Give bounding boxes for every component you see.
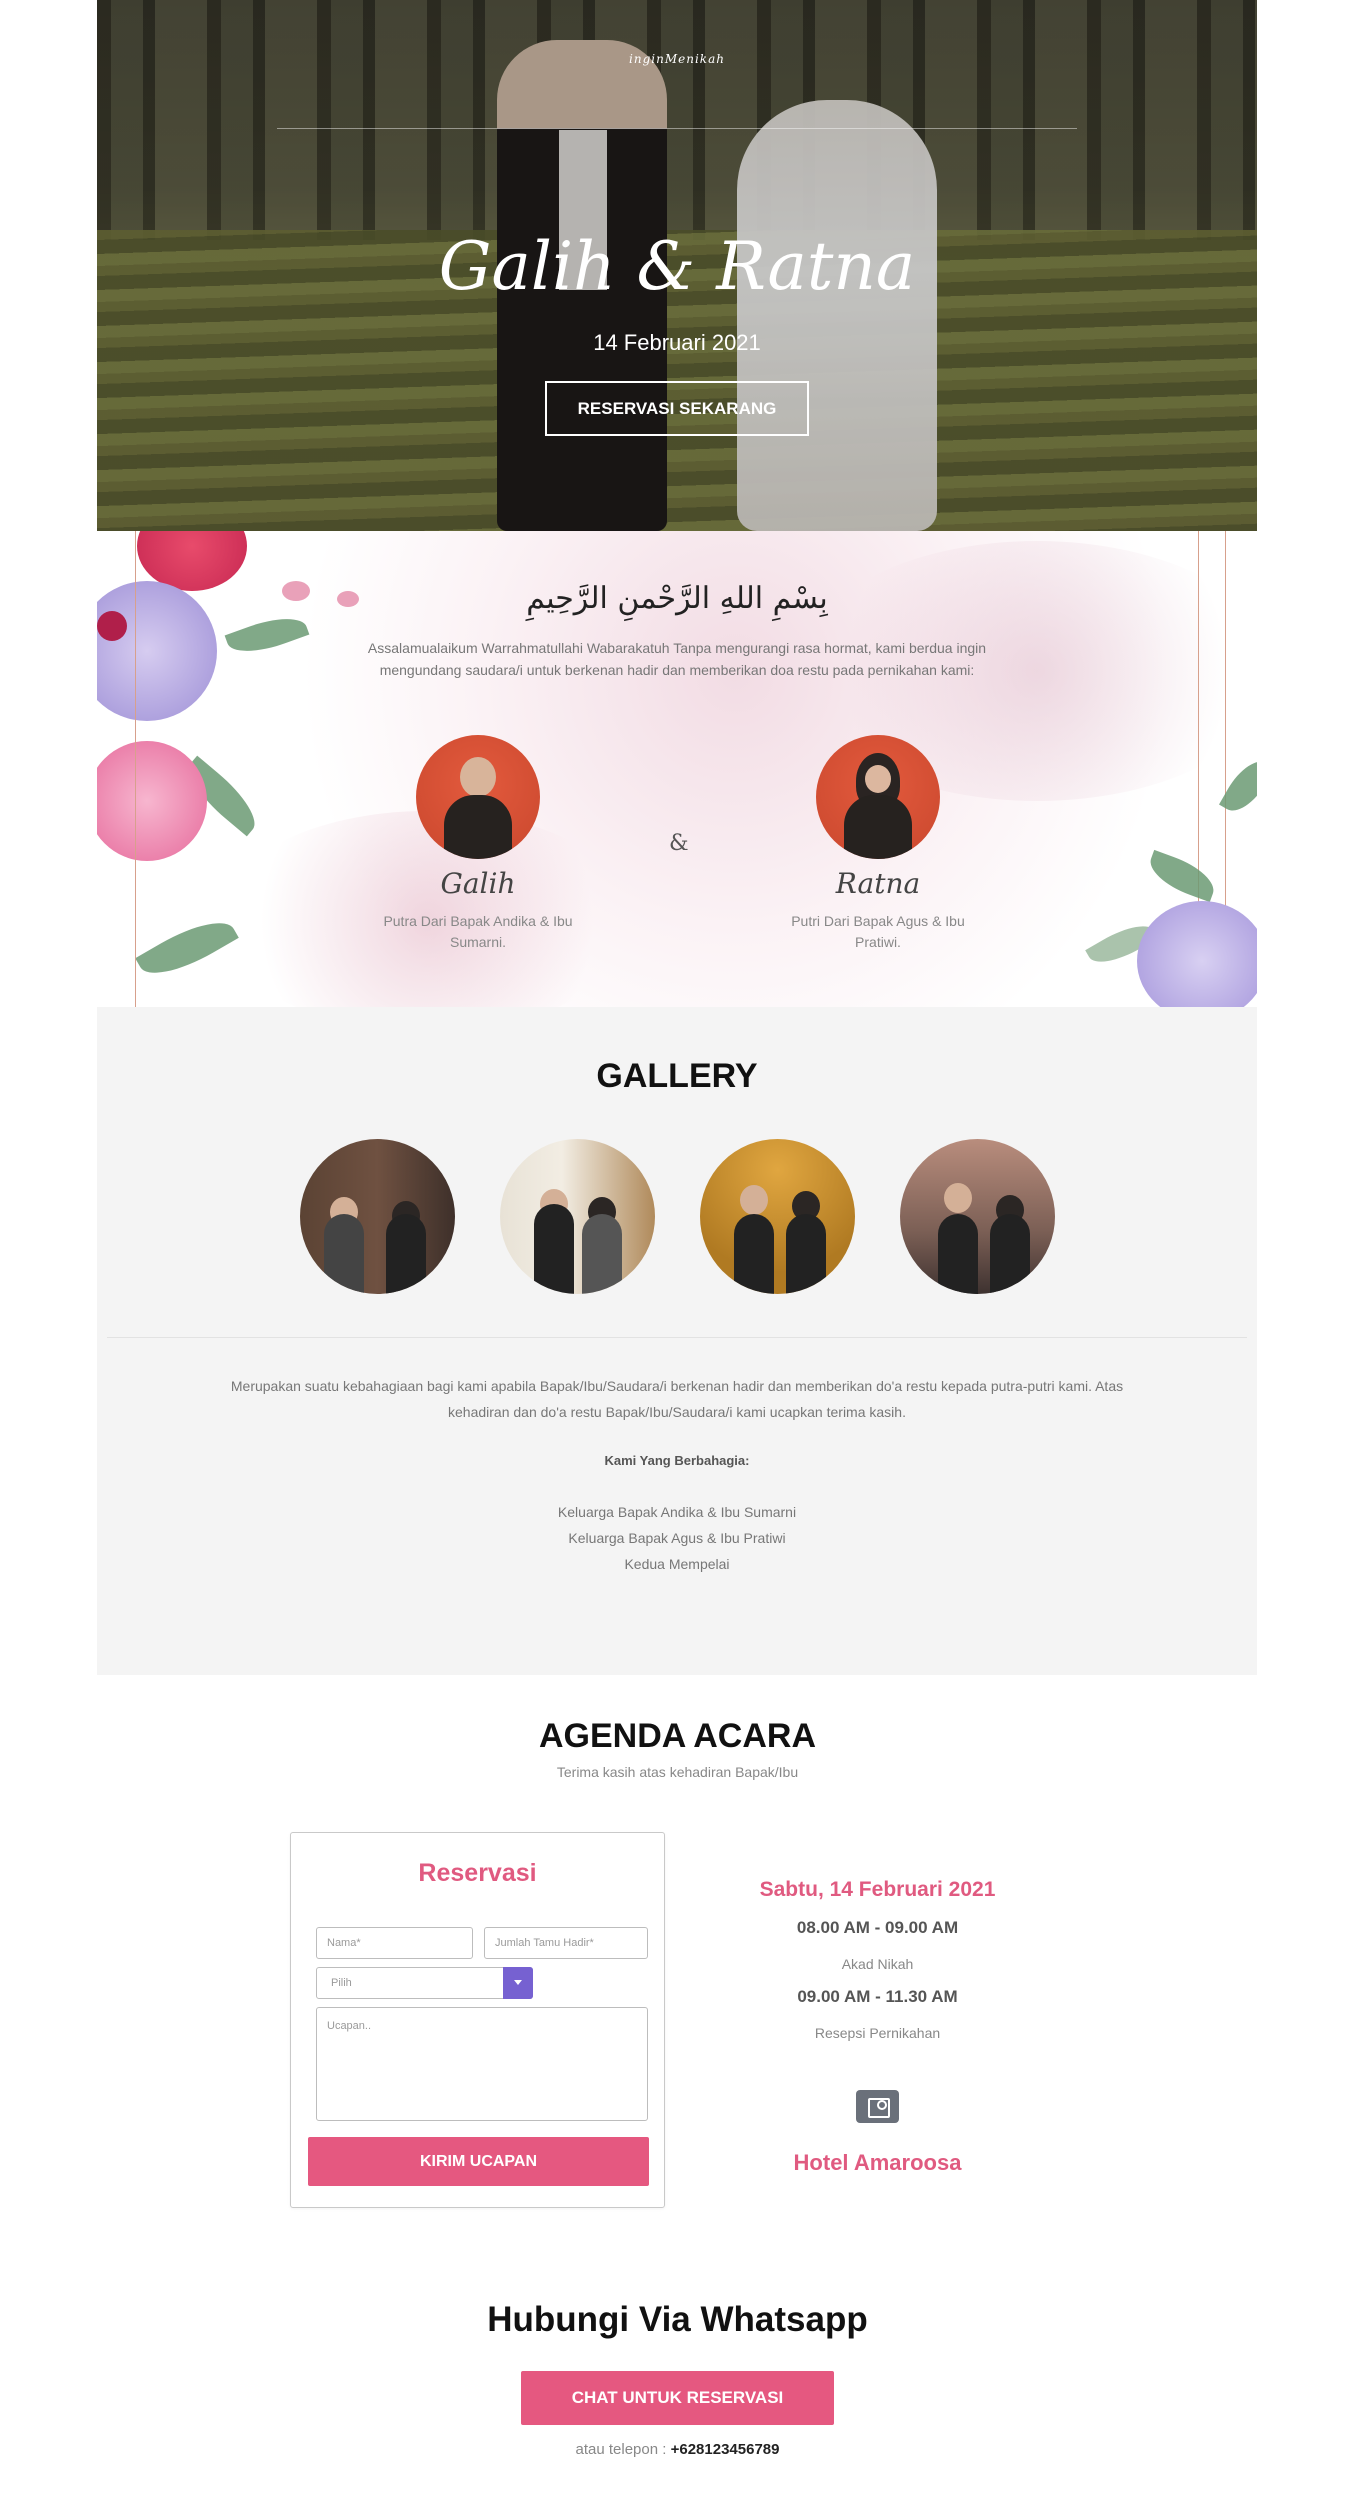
event-time: 08.00 AM - 09.00 AM — [796, 1918, 959, 1937]
attendance-select-value: Pilih — [331, 1977, 352, 1989]
bismillah-text: بِسْمِ اللهِ الرَّحْمنِ الرَّحِيمِ — [526, 581, 828, 616]
signature-title: Kami Yang Berbahagia: — [604, 1453, 750, 1468]
message-textarea[interactable]: Ucapan.. — [316, 2007, 648, 2121]
ampersand: & — [669, 831, 689, 856]
thanks-message: Merupakan suatu kebahagiaan bagi kami ap… — [230, 1378, 1124, 1420]
watercolor-wash — [217, 811, 637, 1007]
bride-body — [844, 795, 912, 859]
phone-line: atau telepon : +628123456789 — [0, 2441, 1355, 2458]
gallery-photo[interactable] — [700, 1139, 855, 1294]
groom-head — [460, 757, 496, 797]
gallery-photo[interactable] — [900, 1139, 1055, 1294]
agenda-title: AGENDA ACARA — [538, 1717, 817, 1755]
gallery-photo[interactable] — [300, 1139, 455, 1294]
photo-person — [734, 1214, 774, 1294]
reservation-form-title: Reservasi — [418, 1859, 537, 1887]
photo-person — [938, 1214, 978, 1294]
venue-name[interactable]: Hotel Amaroosa — [710, 2150, 1045, 2176]
hero-divider — [277, 128, 1077, 129]
event-time: 09.00 AM - 11.30 AM — [797, 1987, 958, 2006]
guest-count-input[interactable]: Jumlah Tamu Hadir* — [484, 1927, 648, 1959]
event-name: Resepsi Pernikahan — [814, 2025, 941, 2041]
photo-person — [990, 1214, 1030, 1294]
couple-names: Galih & Ratna — [438, 228, 916, 305]
event-name: Akad Nikah — [841, 1956, 914, 1972]
send-message-button[interactable]: KIRIM UCAPAN — [308, 2137, 649, 2186]
bride-face — [865, 765, 891, 793]
photo-person — [582, 1214, 622, 1294]
attendance-select[interactable]: Pilih — [316, 1967, 533, 1999]
leaf-decoration — [224, 608, 310, 662]
site-logo[interactable]: inginMenikah — [97, 52, 1257, 66]
photo-person — [944, 1183, 972, 1213]
gallery-title: GALLERY — [596, 1057, 758, 1095]
purple-rose-decoration — [1137, 901, 1257, 1007]
gallery-divider — [107, 1337, 1247, 1338]
groom-avatar — [416, 735, 540, 859]
bride-parents: Putri Dari Bapak Agus & Ibu Pratiwi. — [791, 913, 965, 950]
groom-parents: Putra Dari Bapak Andika & Ibu Sumarni. — [383, 913, 573, 950]
photo-person — [740, 1185, 768, 1215]
whatsapp-title: Hubungi Via Whatsapp — [487, 2300, 868, 2339]
couple-intro-section: بِسْمِ اللهِ الرَّحْمنِ الرَّحِيمِ Assal… — [97, 531, 1257, 1007]
agenda-subtitle: Terima kasih atas kehadiran Bapak/Ibu — [556, 1764, 799, 1780]
hero-section: inginMenikah Galih & Ratna 14 Februari 2… — [97, 0, 1257, 531]
chevron-down-icon[interactable] — [503, 1967, 533, 1999]
pink-rose-decoration — [97, 741, 207, 861]
reservation-now-button[interactable]: RESERVASI SEKARANG — [545, 381, 809, 436]
gallery-section: GALLERY Merupakan suatu kebahagiaan bagi… — [97, 1007, 1257, 1675]
phone-number[interactable]: +628123456789 — [671, 2441, 780, 2458]
wedding-date: 14 Februari 2021 — [593, 330, 761, 355]
bride-avatar — [816, 735, 940, 859]
phone-label: atau telepon : — [575, 2441, 667, 2458]
gallery-photo[interactable] — [500, 1139, 655, 1294]
photo-person — [324, 1214, 364, 1294]
photo-person — [386, 1214, 426, 1294]
name-input[interactable]: Nama* — [316, 1927, 473, 1959]
chat-reservation-button[interactable]: CHAT UNTUK RESERVASI — [521, 2371, 834, 2425]
groom-body — [444, 795, 512, 859]
photo-person — [534, 1204, 574, 1294]
map-icon[interactable] — [856, 2090, 899, 2123]
leaf-decoration — [1143, 849, 1221, 903]
bride-name: Ratna — [835, 867, 921, 900]
event-date: Sabtu, 14 Februari 2021 — [759, 1878, 996, 1901]
greeting-text: Assalamualaikum Warrahmatullahi Wabaraka… — [367, 640, 987, 678]
signature-line: Keluarga Bapak Agus & Ibu Pratiwi — [568, 1530, 786, 1546]
signature-line: Kedua Mempelai — [624, 1556, 730, 1572]
reservation-form: Reservasi Nama* Jumlah Tamu Hadir* Pilih… — [290, 1832, 665, 2208]
groom-name: Galih — [440, 867, 516, 900]
photo-person — [786, 1214, 826, 1294]
signature-line: Keluarga Bapak Andika & Ibu Sumarni — [557, 1504, 797, 1520]
